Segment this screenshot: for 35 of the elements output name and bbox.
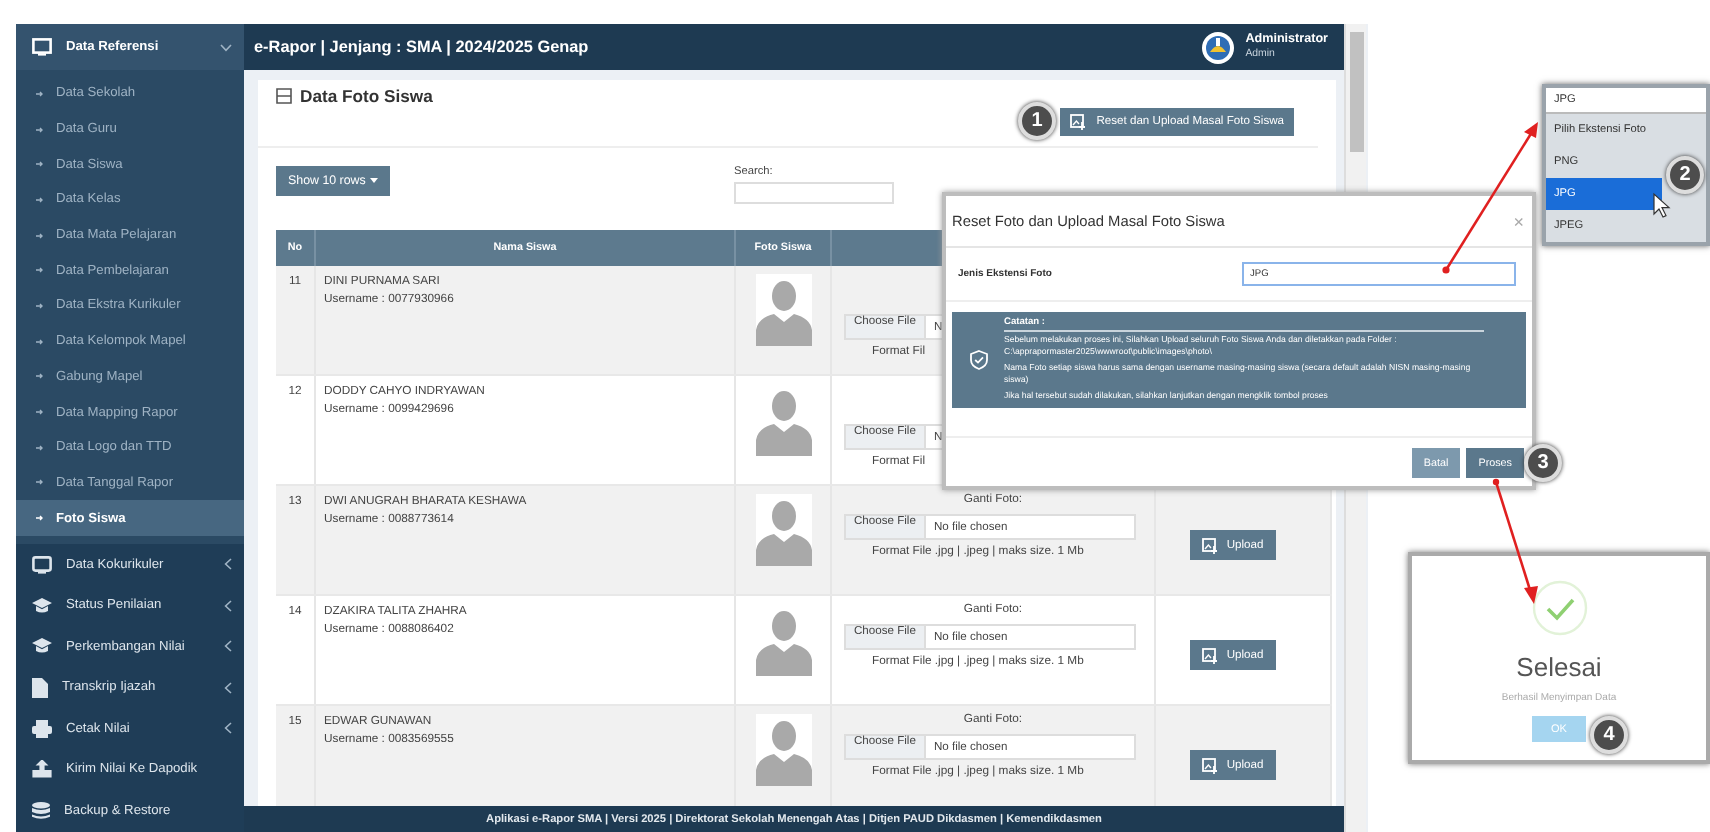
image-upload-icon xyxy=(1202,537,1219,554)
database-icon xyxy=(32,801,50,820)
arrow-icon xyxy=(36,514,44,523)
close-button[interactable]: × xyxy=(1513,211,1524,231)
pointer-arrow xyxy=(1492,478,1538,604)
person-icon xyxy=(755,714,811,787)
image-upload-icon xyxy=(1070,114,1087,131)
caret-icon xyxy=(224,640,232,653)
shield-check-icon xyxy=(970,350,988,370)
image-upload-icon xyxy=(1202,647,1219,664)
person-icon xyxy=(755,494,811,567)
graduation-cap-icon xyxy=(32,638,52,655)
graduation-cap-icon xyxy=(32,597,52,614)
search-field[interactable] xyxy=(734,182,894,205)
cursor-icon xyxy=(1653,192,1671,218)
step-badge: 3 xyxy=(1524,444,1562,482)
list-icon xyxy=(276,88,292,105)
monitor-icon xyxy=(32,38,52,56)
caret-icon xyxy=(224,599,232,612)
logo-icon[interactable] xyxy=(1201,31,1234,64)
caret-icon xyxy=(220,43,232,51)
caret-icon xyxy=(224,722,232,735)
image-upload-icon xyxy=(1202,757,1219,774)
person-icon xyxy=(755,274,811,347)
upload-icon xyxy=(32,760,52,779)
document-icon xyxy=(32,677,48,698)
app-title: e-Rapor | Jenjang : SMA | 2024/2025 Genap xyxy=(254,38,591,57)
caret-icon xyxy=(369,178,378,185)
page-title: Data Foto Siswa xyxy=(300,86,433,107)
scrollbar-thumb[interactable] xyxy=(1349,32,1363,152)
caret-icon xyxy=(224,558,232,571)
monitor-icon xyxy=(32,555,52,574)
check-icon xyxy=(1531,580,1587,636)
caret-icon xyxy=(224,681,232,694)
success-title: Selesai xyxy=(1516,652,1602,682)
